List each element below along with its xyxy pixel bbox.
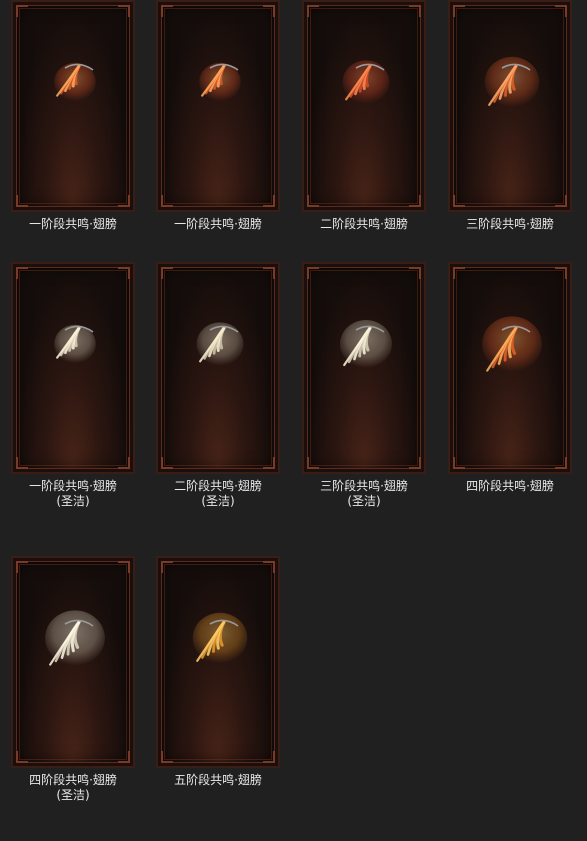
wing-caption-line1: 五阶段共鸣·翅膀 [174,773,262,787]
wing-tile-10[interactable]: 五阶段共鸣·翅膀 [147,556,289,788]
wing-card-frame [302,262,426,474]
wing-stage1-holy-icon [54,324,96,364]
wing-stage5-icon [192,612,248,664]
wing-tile-5[interactable]: 一阶段共鸣·翅膀 (圣洁) [2,262,144,509]
wing-tile-3[interactable]: 二阶段共鸣·翅膀 [293,0,435,232]
wing-caption-line1: 三阶段共鸣·翅膀 [466,217,554,231]
wing-caption: 三阶段共鸣·翅膀 (圣洁) [293,479,435,509]
wing-tile-6[interactable]: 二阶段共鸣·翅膀 (圣洁) [147,262,289,509]
wing-stage1-icon [199,62,241,102]
wing-caption: 一阶段共鸣·翅膀 [2,217,144,232]
wing-card-frame [448,262,572,474]
wing-caption: 五阶段共鸣·翅膀 [147,773,289,788]
wing-caption: 一阶段共鸣·翅膀 [147,217,289,232]
wing-caption-line1: 一阶段共鸣·翅膀 [29,217,117,231]
wing-card-frame [156,0,280,212]
wing-caption-line1: 一阶段共鸣·翅膀 [174,217,262,231]
wing-stage3-icon [484,56,540,108]
wing-stage2-icon [342,60,390,104]
wing-tile-7[interactable]: 三阶段共鸣·翅膀 (圣洁) [293,262,435,509]
wing-caption-line2: (圣洁) [201,494,235,508]
wing-caption-line1: 四阶段共鸣·翅膀 [466,479,554,493]
wing-stage3-holy-icon [340,320,392,368]
wing-caption: 二阶段共鸣·翅膀 (圣洁) [147,479,289,509]
wing-tile-8[interactable]: 四阶段共鸣·翅膀 [439,262,581,494]
wing-card-frame [11,556,135,768]
wing-tile-1[interactable]: 一阶段共鸣·翅膀 [2,0,144,232]
wing-stage1-icon [54,62,96,102]
wing-caption: 三阶段共鸣·翅膀 [439,217,581,232]
wing-tile-9[interactable]: 四阶段共鸣·翅膀 (圣洁) [2,556,144,803]
wing-stage4-holy-icon [45,610,105,666]
wing-caption: 四阶段共鸣·翅膀 (圣洁) [2,773,144,803]
wing-stage2-holy-icon [196,322,244,366]
wing-caption-line2: (圣洁) [347,494,381,508]
wing-card-frame [302,0,426,212]
wing-caption-line1: 二阶段共鸣·翅膀 [320,217,408,231]
wing-card-frame [11,262,135,474]
wing-caption-line1: 四阶段共鸣·翅膀 [29,773,117,787]
wing-card-frame [448,0,572,212]
wing-caption: 一阶段共鸣·翅膀 (圣洁) [2,479,144,509]
wing-stage4-icon [482,316,542,372]
wing-caption-line2: (圣洁) [56,788,90,802]
wing-card-frame [156,262,280,474]
wing-caption-line1: 三阶段共鸣·翅膀 [320,479,408,493]
wing-caption-line1: 一阶段共鸣·翅膀 [29,479,117,493]
wing-caption-line2: (圣洁) [56,494,90,508]
wing-caption: 四阶段共鸣·翅膀 [439,479,581,494]
wing-tile-4[interactable]: 三阶段共鸣·翅膀 [439,0,581,232]
wing-caption-line1: 二阶段共鸣·翅膀 [174,479,262,493]
wing-tile-2[interactable]: 一阶段共鸣·翅膀 [147,0,289,232]
wing-caption: 二阶段共鸣·翅膀 [293,217,435,232]
wing-card-frame [11,0,135,212]
wing-card-frame [156,556,280,768]
wing-gallery: 一阶段共鸣·翅膀 一阶段共鸣·翅膀 二阶段共鸣·翅膀 三阶段共鸣·翅膀 一阶段共… [0,0,587,841]
